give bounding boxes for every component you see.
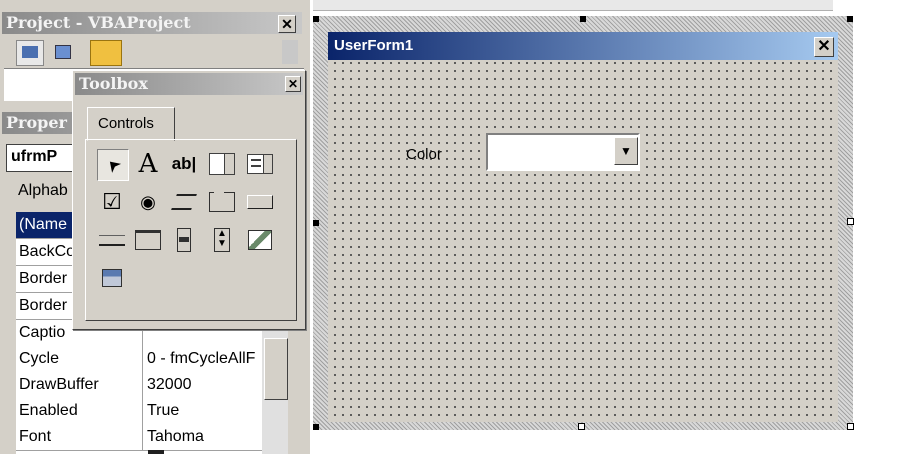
- chevron-down-icon[interactable]: ▼: [614, 137, 638, 165]
- project-explorer-title: Project - VBAProject: [6, 13, 191, 32]
- listbox-icon[interactable]: [245, 149, 275, 179]
- resize-handle[interactable]: [313, 16, 319, 22]
- color-combobox[interactable]: ▼: [486, 133, 640, 171]
- resize-handle[interactable]: [313, 424, 319, 430]
- menu-strip-edge: [313, 0, 833, 11]
- tab-controls-label: Controls: [98, 115, 154, 132]
- resize-handle[interactable]: [847, 16, 853, 22]
- grid-divider: [142, 398, 143, 424]
- property-row-drawbuffer[interactable]: DrawBuffer 32000: [16, 372, 262, 399]
- toolbox-titlebar[interactable]: Toolbox: [75, 73, 303, 95]
- userform-title: UserForm1: [334, 37, 414, 54]
- resize-handle[interactable]: [580, 16, 586, 22]
- resize-handle[interactable]: [313, 220, 319, 226]
- toolbox-window[interactable]: Toolbox ✕ Controls ➤ A ab| ☑ ◉ ▲ ▼: [72, 70, 306, 330]
- property-row-font[interactable]: Font Tahoma: [16, 424, 262, 451]
- view-object-icon[interactable]: [50, 40, 76, 64]
- tab-alphabetic-label: Alphab: [18, 182, 68, 199]
- toggle-folders-icon[interactable]: [90, 40, 122, 66]
- view-code-icon[interactable]: [16, 40, 44, 66]
- checkbox-icon[interactable]: ☑: [97, 187, 127, 217]
- property-row-enabled[interactable]: Enabled True: [16, 398, 262, 425]
- refedit-icon[interactable]: [97, 263, 127, 293]
- resize-handle[interactable]: [847, 218, 854, 225]
- grid-divider: [142, 372, 143, 398]
- image-icon[interactable]: [245, 225, 275, 255]
- property-name: Font: [19, 428, 52, 445]
- tab-controls[interactable]: Controls: [87, 107, 175, 141]
- frame-icon[interactable]: [207, 187, 237, 217]
- font-swatch: [148, 450, 164, 454]
- textbox-icon[interactable]: ab|: [169, 149, 199, 179]
- resize-handle[interactable]: [578, 423, 585, 430]
- resize-handle[interactable]: [847, 423, 854, 430]
- project-explorer-close-button[interactable]: ✕: [278, 15, 296, 33]
- userform-close-button[interactable]: ✕: [814, 37, 834, 57]
- label-icon[interactable]: A: [133, 149, 163, 179]
- toolbox-close-button[interactable]: ✕: [285, 76, 301, 92]
- scrollbar-icon[interactable]: [169, 225, 199, 255]
- multipage-icon[interactable]: [133, 225, 163, 255]
- command-button-icon[interactable]: [245, 187, 275, 217]
- property-value[interactable]: 32000: [147, 376, 262, 394]
- project-explorer-titlebar[interactable]: Project - VBAProject: [2, 12, 302, 34]
- scrollbar-icon[interactable]: [282, 40, 298, 64]
- toolbox-title: Toolbox: [79, 74, 148, 93]
- property-name: DrawBuffer: [19, 376, 99, 393]
- userform-canvas[interactable]: UserForm1 ✕ Color ▼: [328, 32, 838, 422]
- property-value[interactable]: Tahoma: [147, 428, 262, 446]
- property-value[interactable]: 0 - fmCycleAllF: [147, 350, 262, 368]
- grid-divider: [142, 346, 143, 372]
- grid-divider: [142, 424, 143, 450]
- spinbutton-icon[interactable]: ▲ ▼: [207, 225, 237, 255]
- toggle-button-icon[interactable]: [169, 187, 199, 217]
- userform-titlebar[interactable]: UserForm1 ✕: [328, 32, 838, 60]
- property-name: Enabled: [19, 402, 78, 419]
- object-selector-value: ufrmP: [11, 148, 58, 165]
- property-row-cycle[interactable]: Cycle 0 - fmCycleAllF: [16, 346, 262, 373]
- option-button-icon[interactable]: ◉: [133, 187, 163, 217]
- scrollbar-thumb[interactable]: [264, 338, 288, 400]
- property-name: Cycle: [19, 350, 60, 367]
- tabstrip-icon[interactable]: [97, 225, 127, 255]
- combobox-icon[interactable]: [207, 149, 237, 179]
- select-objects-icon[interactable]: ➤: [97, 149, 129, 181]
- properties-title: Proper: [6, 113, 67, 132]
- color-label[interactable]: Color: [406, 146, 442, 163]
- property-value[interactable]: True: [147, 402, 262, 420]
